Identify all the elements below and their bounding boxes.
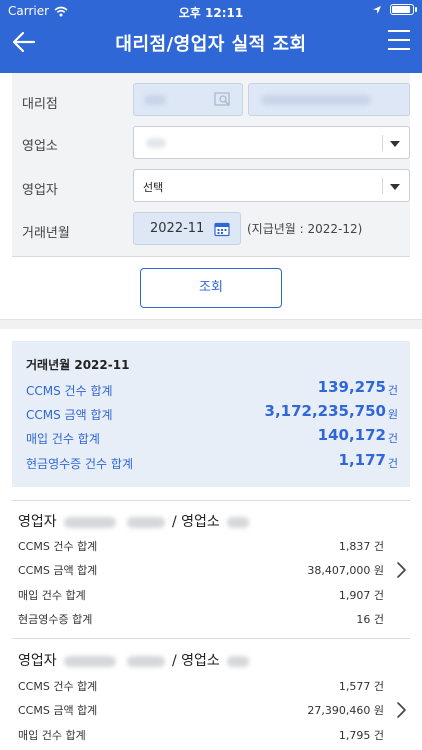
- masked-value: [227, 516, 250, 528]
- sales-item-row[interactable]: 매입 건수 합계 1,907 건: [18, 585, 384, 603]
- sales-item-row[interactable]: CCMS 건수 합계 1,837 건: [18, 536, 384, 554]
- calendar-icon[interactable]: [214, 221, 230, 237]
- chevron-right-icon[interactable]: [394, 701, 408, 719]
- search-code-icon[interactable]: [214, 92, 232, 108]
- month-label: 거래년월: [22, 226, 70, 241]
- summary-label: CCMS 건수 합계: [26, 384, 113, 398]
- summary-row: CCMS 건수 합계 139,275 건: [26, 378, 398, 398]
- salesperson-label: 영업자: [22, 183, 58, 198]
- sales-item-row[interactable]: 현금영수증 합계 16 건: [18, 609, 384, 627]
- sales-row-value: 1,837 건: [338, 540, 384, 553]
- masked-value: [144, 95, 166, 105]
- sales-item-row[interactable]: CCMS 금액 합계 38,407,000 원: [18, 560, 384, 578]
- masked-value: [126, 516, 165, 528]
- sales-item-row[interactable]: 매입 건수 합계 1,795 건: [18, 725, 384, 743]
- summary-value: 3,172,235,750: [264, 402, 386, 420]
- agency-code-field[interactable]: [133, 83, 243, 116]
- summary-value: 1,177: [338, 451, 386, 469]
- hamburger-menu-icon[interactable]: [388, 30, 410, 52]
- masked-value: [64, 516, 117, 528]
- summary-title: 거래년월 2022-11: [26, 358, 130, 372]
- sales-item-heading: 영업자 / 영업소: [18, 650, 252, 670]
- status-time: 오후 12:11: [178, 6, 244, 20]
- page-title: 대리점/영업자 실적 조회: [115, 34, 307, 55]
- sales-row-value: 1,907 건: [338, 589, 384, 602]
- list-divider: [12, 638, 410, 639]
- summary-label: CCMS 금액 합계: [26, 408, 113, 422]
- branch-label: 영업소: [22, 139, 58, 154]
- location-icon: [373, 5, 381, 14]
- masked-value: [227, 655, 250, 667]
- masked-value: [64, 655, 117, 667]
- sales-row-value: 1,577 건: [338, 680, 384, 693]
- sales-row-label: CCMS 금액 합계: [18, 564, 98, 577]
- salesperson-prefix: 영업자: [18, 653, 57, 669]
- salesperson-select[interactable]: 선택: [133, 169, 410, 202]
- branch-prefix: / 영업소: [172, 514, 220, 530]
- dropdown-arrow-icon: [390, 141, 400, 147]
- status-right: [372, 4, 417, 15]
- sales-item-row[interactable]: CCMS 건수 합계 1,577 건: [18, 676, 384, 694]
- month-field[interactable]: 2022-11: [133, 212, 241, 245]
- sales-row-label: 현금영수증 합계: [18, 613, 93, 626]
- status-bar: Carrier 오후 12:11: [0, 0, 422, 22]
- masked-value: [261, 95, 371, 105]
- summary-row: 현금영수증 건수 합계 1,177 건: [26, 451, 398, 471]
- sales-item-row[interactable]: CCMS 금액 합계 27,390,460 원: [18, 700, 384, 718]
- chevron-right-icon[interactable]: [394, 561, 408, 579]
- pay-month-note: (지급년월 : 2022-12): [247, 222, 363, 236]
- summary-value: 140,172: [317, 426, 386, 444]
- summary-unit: 원: [387, 408, 398, 421]
- sales-row-label: CCMS 건수 합계: [18, 540, 98, 553]
- salesperson-value: 선택: [143, 181, 164, 194]
- summary-value: 139,275: [317, 378, 386, 396]
- sales-row-value: 16 건: [356, 613, 384, 626]
- masked-value: [126, 655, 165, 667]
- search-form-box: 대리점 영업소 영업자 선택 거래년월 2022-11 (지급년월: 2022…: [12, 73, 410, 257]
- summary-panel: 거래년월 2022-11 CCMS 건수 합계 139,275 건 CCMS 금…: [12, 341, 410, 487]
- salesperson-prefix: 영업자: [18, 514, 57, 530]
- summary-unit: 건: [387, 432, 398, 445]
- sales-row-value: 1,795 건: [338, 729, 384, 742]
- summary-unit: 건: [387, 457, 398, 470]
- sales-row-label: CCMS 건수 합계: [18, 680, 98, 693]
- battery-icon: [390, 4, 417, 15]
- summary-row: 매입 건수 합계 140,172 건: [26, 426, 398, 446]
- app-header: Carrier 오후 12:11 대리점/영업자 실적 조회: [0, 0, 422, 73]
- sales-row-label: 매입 건수 합계: [18, 729, 86, 742]
- agency-label: 대리점: [22, 97, 58, 112]
- branch-select[interactable]: [133, 126, 410, 159]
- sales-row-label: 매입 건수 합계: [18, 589, 86, 602]
- sales-row-label: CCMS 금액 합계: [18, 704, 98, 717]
- sales-row-value: 27,390,460 원: [307, 704, 384, 717]
- sales-item-heading: 영업자 / 영업소: [18, 511, 252, 531]
- branch-prefix: / 영업소: [172, 653, 220, 669]
- search-button[interactable]: 조회: [140, 268, 282, 308]
- list-divider: [12, 500, 410, 501]
- summary-label: 매입 건수 합계: [26, 432, 100, 446]
- sales-row-value: 38,407,000 원: [307, 564, 384, 577]
- summary-row: CCMS 금액 합계 3,172,235,750 원: [26, 402, 398, 422]
- masked-value: [146, 138, 166, 148]
- agency-name-field: [248, 83, 410, 116]
- month-value: 2022-11: [150, 221, 205, 236]
- search-form: 대리점 영업소 영업자 선택 거래년월 2022-11 (지급년월: 2022…: [0, 73, 422, 320]
- section-divider: [0, 319, 422, 329]
- dropdown-arrow-icon: [390, 184, 400, 190]
- summary-unit: 건: [387, 384, 398, 397]
- summary-label: 현금영수증 건수 합계: [26, 457, 133, 471]
